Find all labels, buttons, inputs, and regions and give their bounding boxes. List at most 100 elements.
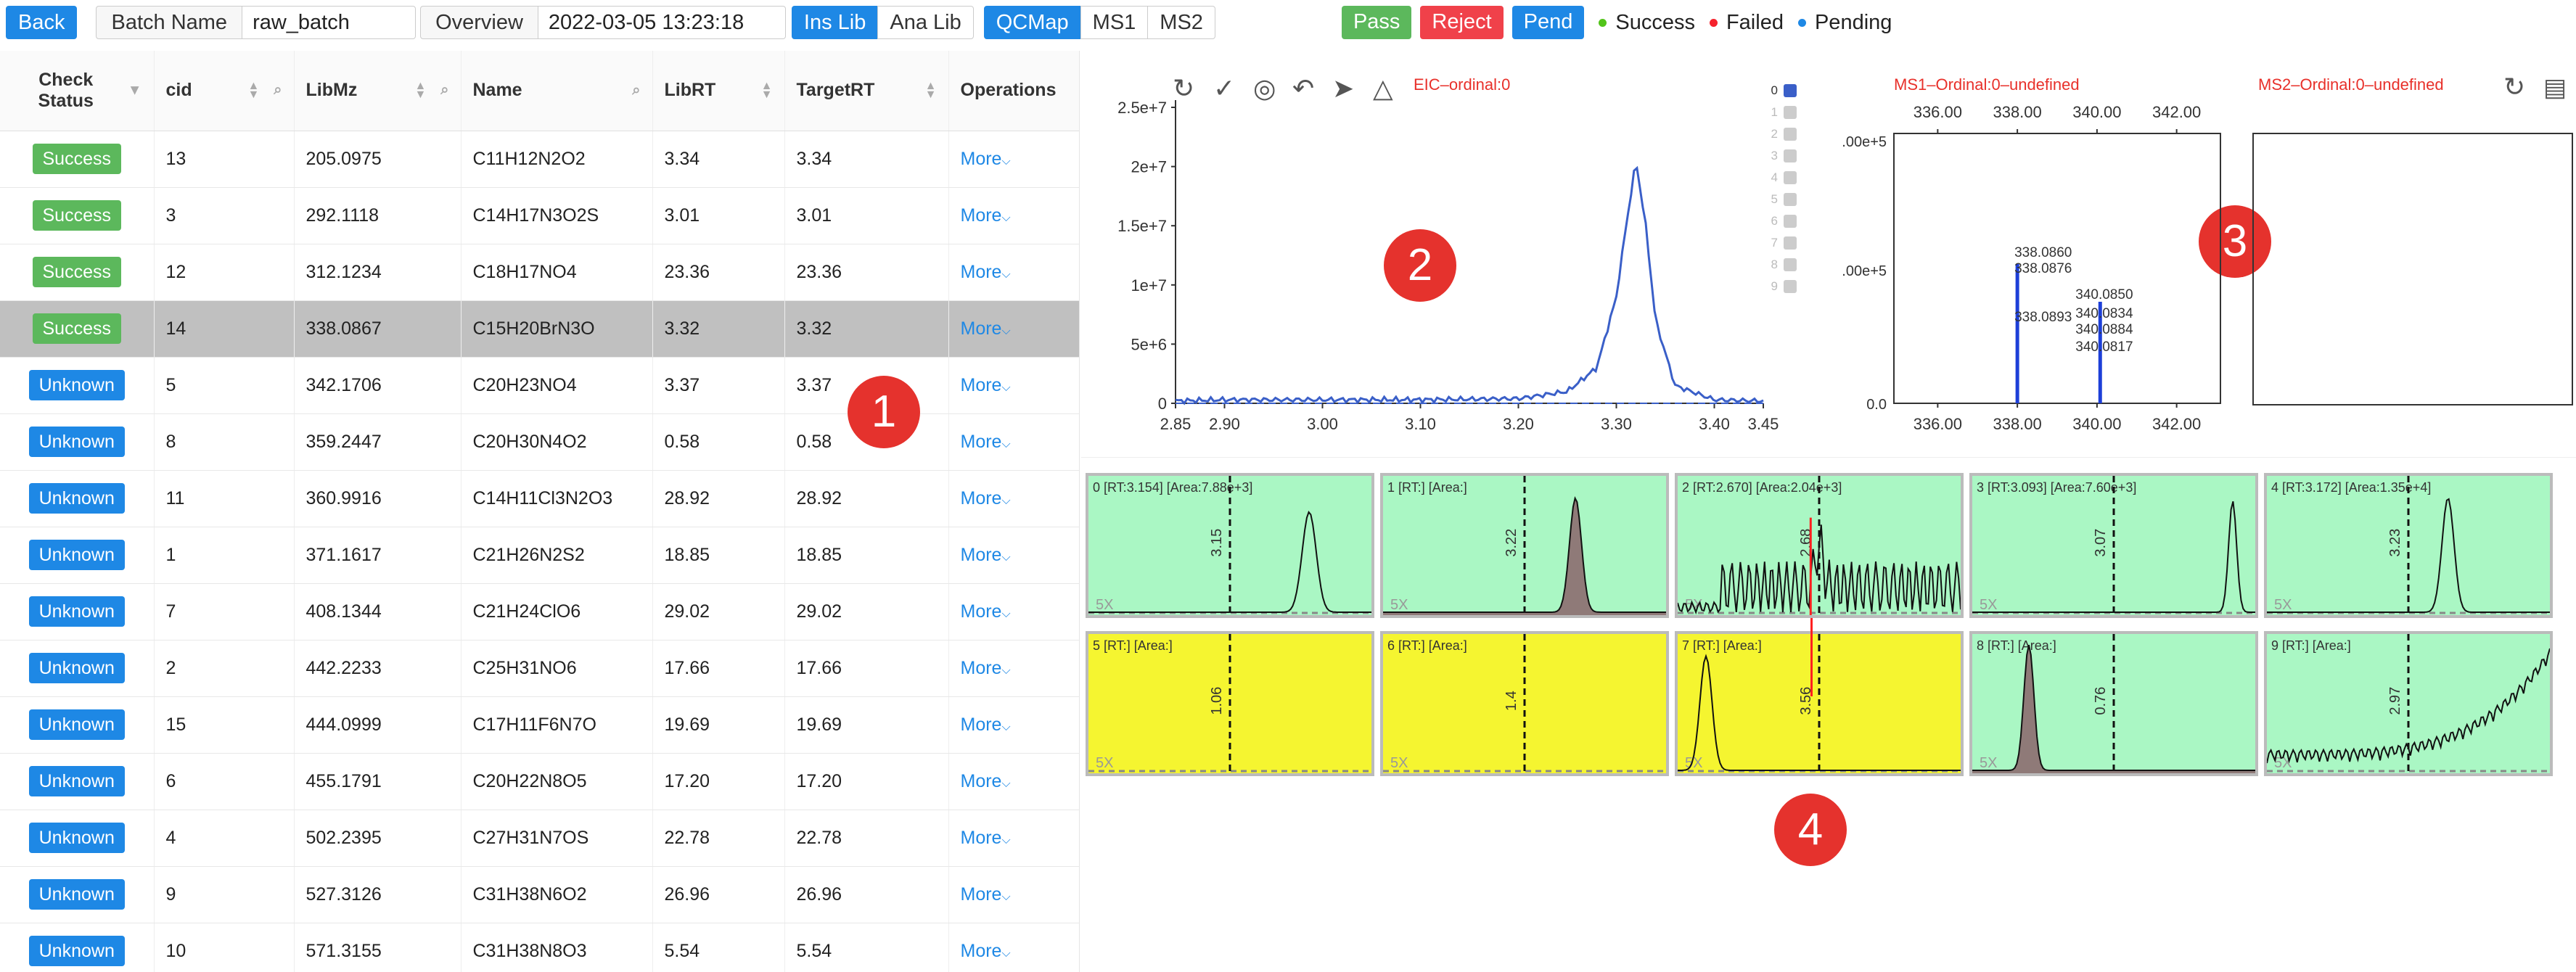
eic-thumbnail[interactable]: 9 [RT:] [Area:] 5X 2.97 [2264,631,2553,776]
legend-checkbox[interactable] [1784,84,1797,97]
more-link[interactable]: More⌵ [961,941,1011,961]
status-badge[interactable]: Unknown [28,427,125,457]
col-targetrt[interactable]: TargetRT ▲ ▼ [784,51,949,131]
status-badge[interactable]: Unknown [28,879,125,910]
legend-checkbox[interactable] [1784,215,1797,228]
more-link[interactable]: More⌵ [961,262,1011,282]
refresh-icon[interactable]: ↻ [1173,73,1194,103]
legend-checkbox[interactable] [1784,106,1797,119]
more-link[interactable]: More⌵ [961,432,1011,452]
more-link[interactable]: More⌵ [961,828,1011,848]
legend-checkbox[interactable] [1784,193,1797,206]
status-badge[interactable]: Success [32,313,121,344]
document-icon[interactable]: ▤ [2543,74,2567,102]
status-badge[interactable]: Success [32,200,121,231]
legend-checkbox[interactable] [1784,128,1797,141]
more-link[interactable]: More⌵ [961,658,1011,678]
col-name[interactable]: Name ⌕ [461,51,653,131]
tab-qcmap[interactable]: QCMap [983,6,1081,39]
pend-button[interactable]: Pend [1511,6,1585,39]
table-row[interactable]: Unknown 1 371.1617 C21H26N2S2 18.85 18.85 More… [0,527,1079,584]
more-link[interactable]: More⌵ [961,771,1011,791]
sort-icon[interactable]: ▲ ▼ [761,80,773,100]
col-librt[interactable]: LibRT ▲ ▼ [652,51,785,131]
cell-operations: More⌵ [948,696,1079,754]
status-badge[interactable]: Success [32,144,121,174]
sort-icon[interactable]: ▲ ▼ [247,80,259,100]
target-icon[interactable]: ◎ [1253,73,1276,103]
more-link[interactable]: More⌵ [961,205,1011,226]
table-row[interactable]: Unknown 10 571.3155 C31H38N8O3 5.54 5.54 More⌵ [0,923,1079,972]
undo-icon[interactable]: ↶ [1292,73,1314,103]
sort-icon[interactable]: ▲ ▼ [925,80,937,100]
status-badge[interactable]: Unknown [28,483,125,514]
legend-checkbox[interactable] [1784,258,1797,271]
sort-icon[interactable]: ▲ ▼ [414,80,426,100]
table-row[interactable]: Success 12 312.1234 C18H17NO4 23.36 23.36 More… [0,244,1079,301]
status-badge[interactable]: Unknown [28,709,125,740]
table-row[interactable]: Success 14 338.0867 C15H20BrN3O 3.32 3.32 More… [0,300,1079,358]
tab-ms1[interactable]: MS1 [1080,6,1149,39]
more-link[interactable]: More⌵ [961,318,1011,339]
eic-thumbnail[interactable]: 7 [RT:] [Area:] 5X 3.56 [1675,631,1964,776]
status-badge[interactable]: Unknown [28,596,125,627]
more-link[interactable]: More⌵ [961,545,1011,565]
batch-name-input[interactable]: raw_batch [242,6,417,39]
reject-button[interactable]: Reject [1420,6,1504,39]
filter-icon[interactable]: ▼ [128,82,142,99]
more-link[interactable]: More⌵ [961,601,1011,622]
table-row[interactable]: Success 3 292.1118 C14H17N3O2S 3.01 3.01 More⌵ [0,187,1079,244]
legend-checkbox[interactable] [1784,280,1797,293]
search-icon[interactable]: ⌕ [440,82,448,99]
rt-marker-label: 1.4 [1504,691,1519,711]
eic-thumbnail-plot: 9 [RT:] [Area:]5X2.97 [2267,634,2550,773]
more-link[interactable]: More⌵ [961,714,1011,735]
status-badge[interactable]: Unknown [28,370,125,400]
more-link[interactable]: More⌵ [961,149,1011,169]
table-row[interactable]: Unknown 4 502.2395 C27H31N7OS 22.78 22.78 More… [0,810,1079,867]
status-badge[interactable]: Unknown [28,540,125,570]
eic-thumbnail[interactable]: 8 [RT:] [Area:] 5X 0.76 [1969,631,2258,776]
status-badge[interactable]: Success [32,257,121,287]
table-row[interactable]: Unknown 2 442.2233 C25H31NO6 17.66 17.66 More⌵ [0,640,1079,697]
col-cid[interactable]: cid ▲ ▼ ⌕ [154,51,295,131]
table-row[interactable]: Unknown 11 360.9916 C14H11Cl3N2O3 28.92 28.92… [0,470,1079,527]
status-badge[interactable]: Unknown [28,936,125,966]
legend-checkbox[interactable] [1784,171,1797,184]
eic-thumbnail[interactable]: 1 [RT:] [Area:] 5X 3.22 [1380,473,1669,618]
table-row[interactable]: Unknown 6 455.1791 C20H22N8O5 17.20 17.20 More… [0,753,1079,810]
table-row[interactable]: Unknown 15 444.0999 C17H11F6N7O 19.69 19.69 Mo… [0,696,1079,754]
pass-button[interactable]: Pass [1341,6,1412,39]
back-button[interactable]: Back [6,6,78,39]
table-row[interactable]: Unknown 9 527.3126 C31H38N6O2 26.96 26.96 More… [0,866,1079,923]
triangle-icon[interactable]: △ [1373,73,1393,103]
tab-ana-lib[interactable]: Ana Lib [877,6,974,39]
more-link[interactable]: More⌵ [961,884,1011,905]
legend-checkbox[interactable] [1784,236,1797,250]
more-link[interactable]: More⌵ [961,488,1011,508]
col-libmz[interactable]: LibMz ▲ ▼ ⌕ [294,51,462,131]
eic-thumbnail[interactable]: 2 [RT:2.670] [Area:2.04e+3] 5X 2.68 [1675,473,1964,618]
send-icon[interactable]: ➤ [1332,73,1354,103]
status-badge[interactable]: Unknown [28,766,125,796]
chevron-down-icon: ⌵ [1001,947,1011,960]
search-icon[interactable]: ⌕ [274,82,282,99]
search-icon[interactable]: ⌕ [632,82,640,99]
eic-thumbnail[interactable]: 6 [RT:] [Area:] 5X 1.4 [1380,631,1669,776]
more-link[interactable]: More⌵ [961,375,1011,395]
eic-thumbnail[interactable]: 0 [RT:3.154] [Area:7.88e+3] 5X 3.15 [1086,473,1374,618]
tab-ins-lib[interactable]: Ins Lib [791,6,879,39]
legend-checkbox[interactable] [1784,149,1797,162]
table-row[interactable]: Success 13 205.0975 C11H12N2O2 3.34 3.34 More⌵ [0,131,1079,188]
cell-status: Success [0,300,155,358]
eic-thumbnail[interactable]: 3 [RT:3.093] [Area:7.60e+3] 5X 3.07 [1969,473,2258,618]
table-row[interactable]: Unknown 7 408.1344 C21H24ClO6 29.02 29.02 More… [0,583,1079,641]
status-badge[interactable]: Unknown [28,653,125,683]
check-circle-icon[interactable]: ✓ [1213,73,1235,103]
col-check-status[interactable]: Check Status ▼ [0,51,155,131]
refresh-icon[interactable]: ↻ [2503,72,2525,102]
tab-ms2[interactable]: MS2 [1147,6,1215,39]
eic-thumbnail[interactable]: 4 [RT:3.172] [Area:1.35e+4] 5X 3.23 [2264,473,2553,618]
status-badge[interactable]: Unknown [28,823,125,853]
eic-thumbnail[interactable]: 5 [RT:] [Area:] 5X 1.06 [1086,631,1374,776]
